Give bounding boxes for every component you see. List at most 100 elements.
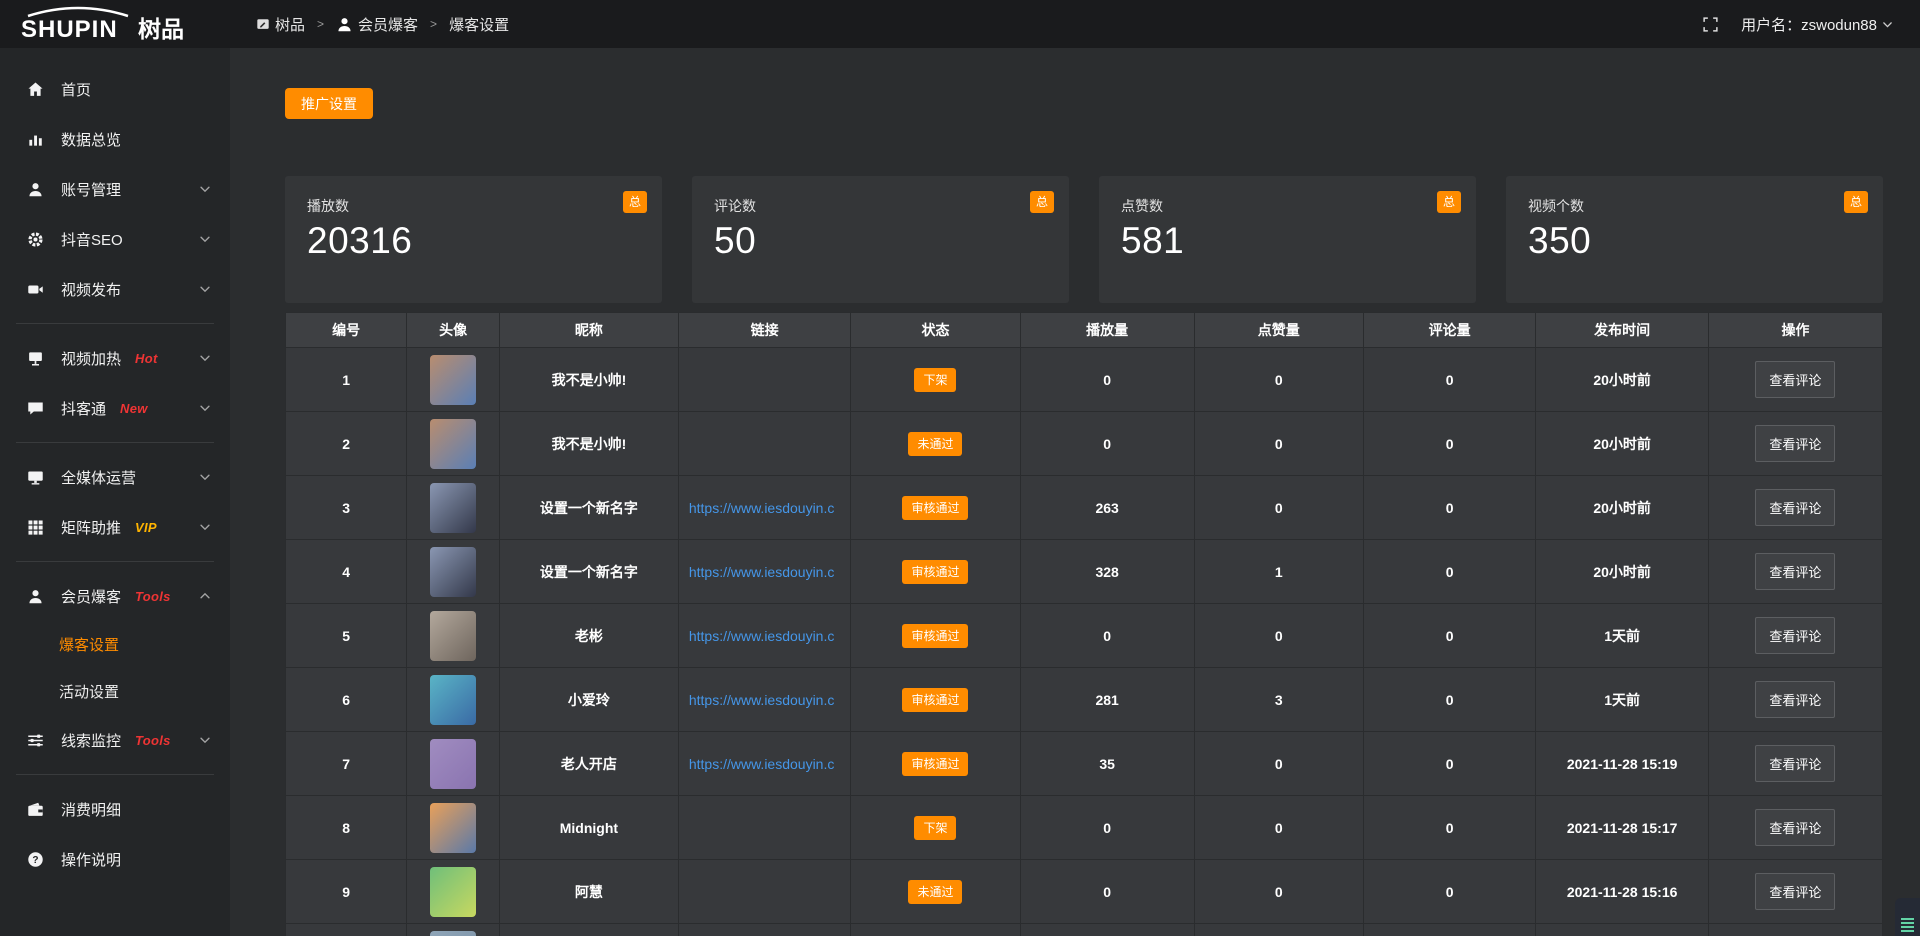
breadcrumb-separator: > [430,17,437,31]
avatar[interactable] [430,611,476,661]
sidebar-item-0[interactable]: 首页 [0,64,230,114]
cell-status: 未通过 [851,412,1020,476]
view-comments-button[interactable]: 查看评论 [1755,361,1835,398]
chevron-down-icon [198,232,212,246]
promote-settings-button[interactable]: 推广设置 [285,88,373,119]
cell-status: 审核通过 [851,732,1020,796]
avatar[interactable] [430,803,476,853]
avatar[interactable] [430,483,476,533]
table-row: 1 我不是小帅! 下架 0 0 0 20小时前 查看评论 [286,348,1883,412]
avatar[interactable] [430,355,476,405]
cell-likes: 0 [1194,476,1363,540]
sidebar-item-9[interactable]: 全媒体运营 [0,452,230,502]
sidebar-item-13[interactable]: 线索监控Tools [0,715,230,765]
sidebar-item-7[interactable]: 抖客通New [0,383,230,433]
cell-publish-time: 2021-11-28 15:19 [1536,732,1708,796]
video-link[interactable]: https://www.iesdouyin.c [689,756,835,772]
sidebar-item-15[interactable]: 消费明细 [0,784,230,834]
panel-icon [256,17,270,31]
sidebar-item-12[interactable]: 会员爆客Tools [0,571,230,621]
cell-publish-time: 20小时前 [1536,412,1708,476]
view-comments-button[interactable]: 查看评论 [1755,617,1835,654]
status-badge[interactable]: 审核通过 [902,624,968,648]
cell-link [678,796,850,860]
cell-action: 查看评论 [1708,860,1882,924]
table-row: 2 我不是小帅! 未通过 0 0 0 20小时前 查看评论 [286,412,1883,476]
cell-status: 审核通过 [851,604,1020,668]
sidebar-subitem[interactable]: 活动设置 [0,668,230,715]
avatar[interactable] [430,867,476,917]
video-link[interactable]: https://www.iesdouyin.c [689,564,835,580]
sidebar-subitem[interactable]: 爆客设置 [0,621,230,668]
status-badge[interactable]: 下架 [914,816,956,840]
sidebar-item-4[interactable]: 视频发布 [0,264,230,314]
total-badge: 总 [1844,191,1868,213]
status-badge[interactable]: 审核通过 [902,560,968,584]
view-comments-button[interactable]: 查看评论 [1755,553,1835,590]
stat-card: 播放数 20316 总 [285,176,662,303]
sidebar-item-10[interactable]: 矩阵助推VIP [0,502,230,552]
cell-plays: 281 [1020,668,1194,732]
avatar[interactable] [430,739,476,789]
breadcrumb-item[interactable]: 会员爆客 [336,14,418,35]
cell-avatar [407,732,500,796]
cell-nickname [499,924,678,936]
status-badge[interactable]: 未通过 [908,880,962,904]
status-badge[interactable]: 审核通过 [902,752,968,776]
avatar[interactable] [430,675,476,725]
view-comments-button[interactable]: 查看评论 [1755,809,1835,846]
sidebar-item-tag: Hot [135,351,158,366]
cell-nickname: 设置一个新名字 [499,476,678,540]
avatar[interactable] [430,547,476,597]
cell-comments [1363,924,1535,936]
fullscreen-icon[interactable] [1702,16,1719,33]
view-comments-button[interactable]: 查看评论 [1755,489,1835,526]
status-badge[interactable]: 下架 [914,368,956,392]
stat-cards-row: 播放数 20316 总 评论数 50 总 点赞数 581 总 视频个数 350 … [285,176,1883,303]
cell-comments: 0 [1363,476,1535,540]
chevron-down-icon [198,351,212,365]
view-comments-button[interactable]: 查看评论 [1755,873,1835,910]
cell-comments: 0 [1363,412,1535,476]
video-link[interactable]: https://www.iesdouyin.c [689,692,835,708]
view-comments-button[interactable]: 查看评论 [1755,681,1835,718]
cell-status: 审核通过 [851,476,1020,540]
sidebar-item-3[interactable]: 抖音SEO [0,214,230,264]
avatar[interactable] [430,931,476,936]
cell-avatar [407,796,500,860]
chevron-down-icon [198,282,212,296]
app-logo[interactable]: SHUPIN 树品 [0,4,230,44]
floating-widget[interactable] [1895,898,1920,936]
chevron-down-icon [198,520,212,534]
chat-icon [27,400,45,417]
sidebar-item-16[interactable]: ?操作说明 [0,834,230,884]
breadcrumb-label: 树品 [275,14,305,35]
view-comments-button[interactable]: 查看评论 [1755,745,1835,782]
cell-status: 未通过 [851,860,1020,924]
breadcrumb-item[interactable]: 爆客设置 [449,14,509,35]
cell-nickname: Midnight [499,796,678,860]
sidebar-item-label: 操作说明 [61,849,121,870]
status-badge[interactable]: 未通过 [908,432,962,456]
status-badge[interactable]: 审核通过 [902,496,968,520]
column-header: 发布时间 [1536,313,1708,348]
cell-link: https://www.iesdouyin.c [678,476,850,540]
status-badge[interactable]: 审核通过 [902,688,968,712]
sidebar-item-2[interactable]: 账号管理 [0,164,230,214]
column-header: 播放量 [1020,313,1194,348]
cell-link [678,412,850,476]
breadcrumb-item[interactable]: 树品 [256,14,305,35]
sidebar-item-6[interactable]: 视频加热Hot [0,333,230,383]
cell-plays: 0 [1020,604,1194,668]
video-link[interactable]: https://www.iesdouyin.c [689,628,835,644]
screen-icon [27,350,45,367]
sidebar-item-1[interactable]: 数据总览 [0,114,230,164]
cell-plays: 328 [1020,540,1194,604]
column-header: 操作 [1708,313,1882,348]
column-header: 昵称 [499,313,678,348]
user-menu[interactable]: 用户名：zswodun88 [1741,14,1894,35]
cell-likes: 3 [1194,668,1363,732]
view-comments-button[interactable]: 查看评论 [1755,425,1835,462]
avatar[interactable] [430,419,476,469]
video-link[interactable]: https://www.iesdouyin.c [689,500,835,516]
